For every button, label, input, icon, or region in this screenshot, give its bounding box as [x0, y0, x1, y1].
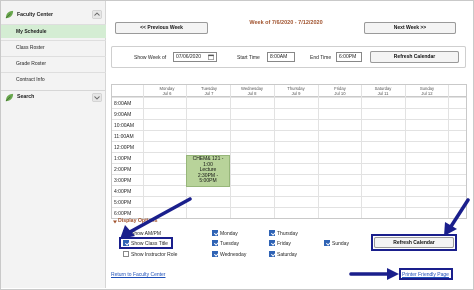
- time-label: 12:00PM: [114, 145, 135, 151]
- sidebar-item-contract-info[interactable]: Contract Info: [1, 72, 106, 86]
- monday-checkbox[interactable]: [212, 230, 218, 236]
- time-label: 9:00AM: [114, 112, 132, 118]
- sunday-label: Sunday: [332, 241, 349, 247]
- time-row: 12:00PM: [112, 141, 466, 151]
- sidebar-item-label: Grade Roster: [16, 60, 47, 67]
- annotation-arrow-icon: [444, 198, 470, 236]
- day-header-thursday: Thursday Jul 9: [287, 86, 305, 96]
- wednesday-label: Wednesday: [220, 252, 247, 258]
- previous-week-button[interactable]: << Previous Week: [115, 22, 208, 34]
- annotation-arrow-icon: [349, 268, 399, 280]
- sidebar-header-title: Faculty Center: [17, 11, 54, 18]
- time-row: 11:00AM: [112, 130, 466, 140]
- sidebar-item-my-schedule[interactable]: My Schedule: [1, 24, 106, 38]
- show-week-input[interactable]: 07/06/2020: [173, 52, 217, 62]
- show-week-value: 07/06/2020: [176, 54, 202, 60]
- time-label: 2:00PM: [114, 167, 132, 173]
- time-label: 8:00AM: [114, 101, 132, 107]
- show-instructor-role-checkbox[interactable]: [123, 251, 129, 257]
- week-title: Week of 7/6/2020 - 7/12/2020: [249, 20, 323, 26]
- thursday-label: Thursday: [277, 231, 298, 237]
- monday-label: Monday: [220, 231, 238, 237]
- time-label: 11:00AM: [114, 134, 134, 140]
- wednesday-checkbox[interactable]: [212, 251, 218, 257]
- sidebar: Faculty Center My Schedule Class Roster …: [1, 1, 106, 288]
- end-time-label: End Time: [310, 55, 332, 61]
- time-label: 3:00PM: [114, 178, 132, 184]
- week-filter-panel: Show Week of 07/06/2020 Start Time 8:00A…: [111, 46, 466, 68]
- highlight-box: [399, 268, 453, 280]
- sidebar-item-label: Contract Info: [16, 76, 45, 83]
- calendar-icon[interactable]: [208, 54, 214, 60]
- friday-checkbox[interactable]: [269, 240, 275, 246]
- start-time-value: 8:00AM: [270, 54, 288, 60]
- sidebar-item-label: Class Roster: [16, 44, 45, 51]
- event-end: 5:00PM: [199, 178, 217, 184]
- return-to-faculty-center-link[interactable]: Return to Faculty Center: [111, 272, 165, 278]
- sidebar-search-title: Search: [17, 94, 35, 100]
- show-instructor-role-label: Show Instructor Role: [131, 252, 178, 258]
- start-time-input[interactable]: 8:00AM: [267, 52, 295, 62]
- time-label: 1:00PM: [114, 156, 132, 162]
- tuesday-checkbox[interactable]: [212, 240, 218, 246]
- start-time-label: Start Time: [237, 55, 260, 61]
- time-row: 3:00PM: [112, 174, 466, 184]
- refresh-calendar-button-top[interactable]: Refresh Calendar: [370, 51, 459, 63]
- sidebar-item-class-roster[interactable]: Class Roster: [1, 40, 106, 54]
- leaf-icon: [5, 10, 14, 19]
- annotation-arrow-icon: [120, 197, 192, 239]
- time-row: 4:00PM: [112, 185, 466, 195]
- saturday-checkbox[interactable]: [269, 251, 275, 257]
- chevron-down-icon[interactable]: [92, 93, 102, 102]
- day-header-friday: Friday Jul 10: [334, 86, 346, 96]
- time-label: 10:00AM: [114, 123, 135, 129]
- time-row: 10:00AM: [112, 119, 466, 129]
- day-header-wednesday: Wednesday Jul 8: [240, 86, 264, 96]
- chevron-up-icon[interactable]: [92, 10, 102, 19]
- day-header-monday: Monday Jul 6: [159, 86, 175, 96]
- day-header-tuesday: Tuesday Jul 7: [201, 86, 217, 96]
- end-time-value: 6:00PM: [339, 54, 357, 60]
- leaf-icon: [5, 93, 14, 101]
- end-time-input[interactable]: 6:00PM: [336, 52, 362, 62]
- sidebar-header[interactable]: Faculty Center: [1, 8, 106, 21]
- friday-label: Friday: [277, 241, 291, 247]
- time-row: 9:00AM: [112, 108, 466, 118]
- thursday-checkbox[interactable]: [269, 230, 275, 236]
- sunday-checkbox[interactable]: [324, 240, 330, 246]
- time-row: 1:00PM: [112, 152, 466, 162]
- tuesday-label: Tuesday: [220, 241, 239, 247]
- sidebar-item-grade-roster[interactable]: Grade Roster: [1, 56, 106, 70]
- show-week-label: Show Week of: [134, 55, 167, 61]
- day-header-saturday: Saturday Jul 11: [374, 86, 392, 96]
- saturday-label: Saturday: [277, 252, 298, 258]
- day-header-sunday: Sunday Jul 12: [419, 86, 435, 96]
- sidebar-item-label: My Schedule: [16, 28, 47, 35]
- time-row: 8:00AM: [112, 97, 466, 107]
- sidebar-search-header[interactable]: Search: [1, 90, 106, 103]
- time-row: 2:00PM: [112, 163, 466, 173]
- next-week-button[interactable]: Next Week >>: [364, 22, 456, 34]
- calendar-header-row: Monday Jul 6 Tuesday Jul 7 Wednesday Jul 8 …: [112, 85, 466, 97]
- class-event-block[interactable]: CHEM& 121 - 1:00 Lecture 2:30PM - 5:00PM: [186, 155, 230, 187]
